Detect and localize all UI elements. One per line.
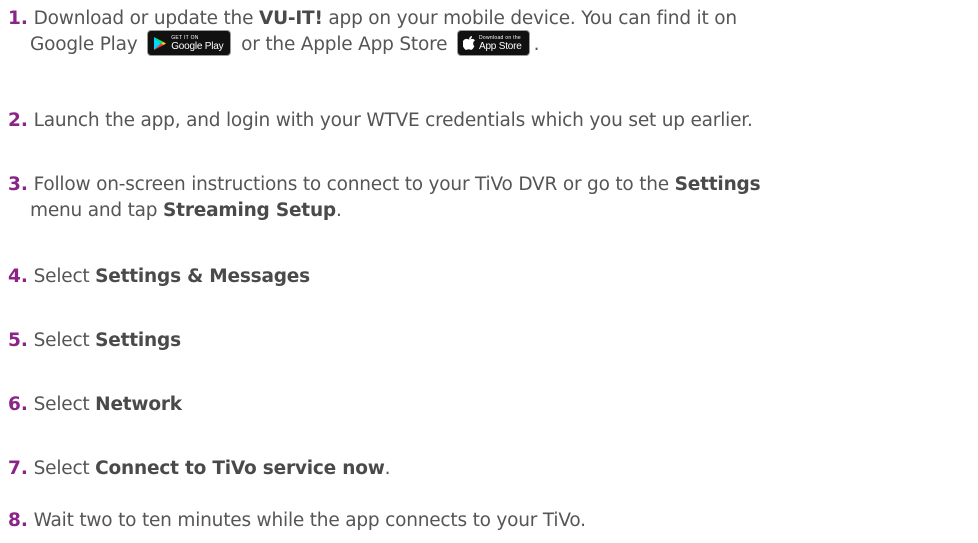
google-play-icon	[154, 36, 167, 50]
step-6: 6. Select Network	[8, 392, 976, 418]
step-text: Select	[33, 266, 96, 287]
step-2: 2. Launch the app, and login with your W…	[8, 108, 976, 134]
step-4: 4. Select Settings & Messages	[8, 264, 976, 290]
step-text: Wait two to ten minutes while the app co…	[33, 510, 586, 531]
apple-logo-shape	[462, 36, 475, 50]
step-text: app on your mobile device. You can find …	[322, 8, 737, 29]
step-number: 5.	[8, 330, 28, 351]
badge-main-text: App Store	[478, 40, 522, 52]
step-number: 7.	[8, 458, 28, 479]
step-text: menu and tap	[30, 200, 164, 221]
step-number: 6.	[8, 394, 28, 415]
step-8: 8. Wait two to ten minutes while the app…	[8, 508, 976, 534]
step-text: Select	[33, 458, 96, 479]
step-number: 2.	[8, 110, 28, 131]
step-number: 8.	[8, 510, 28, 531]
step-text: Follow on-screen instructions to connect…	[33, 174, 675, 195]
google-play-label: Google Play	[30, 34, 138, 55]
step-1: 1. Download or update the VU-IT! app on …	[8, 6, 976, 58]
menu-option-label: Settings	[95, 330, 181, 351]
menu-option-label: Network	[95, 394, 182, 415]
google-play-badge[interactable]: GET IT ON Google Play	[147, 30, 232, 56]
step-number: 3.	[8, 174, 28, 195]
step-7: 7. Select Connect to TiVo service now.	[8, 456, 976, 482]
step-text: Select	[33, 394, 96, 415]
step-text: .	[533, 34, 540, 55]
step-continuation: menu and tap Streaming Setup.	[8, 198, 976, 224]
step-text: Launch the app, and login with your WTVE…	[33, 110, 753, 131]
badge-top-text: Download on the	[478, 34, 521, 41]
app-store-badge[interactable]:  Download on the App Store	[456, 30, 530, 56]
setup-steps: 1. Download or update the VU-IT! app on …	[0, 0, 978, 543]
settings-label: Settings	[674, 174, 761, 195]
step-number: 1.	[8, 8, 28, 29]
step-3: 3. Follow on-screen instructions to conn…	[8, 172, 976, 224]
app-name: VU-IT!	[258, 8, 323, 29]
streaming-setup-label: Streaming Setup	[163, 200, 336, 221]
step-text: .	[335, 200, 342, 221]
step-continuation: Google Play GET IT ON Google Play or the…	[8, 30, 976, 58]
step-text: .	[384, 458, 391, 479]
menu-option-label: Connect to TiVo service now	[95, 458, 385, 479]
step-text: Download or update the	[33, 8, 259, 29]
badge-main-text: Google Play	[171, 40, 224, 52]
menu-option-label: Settings & Messages	[95, 266, 310, 287]
step-5: 5. Select Settings	[8, 328, 976, 354]
step-number: 4.	[8, 266, 28, 287]
step-text: Select	[33, 330, 96, 351]
step-text: or the Apple App Store	[241, 34, 448, 55]
